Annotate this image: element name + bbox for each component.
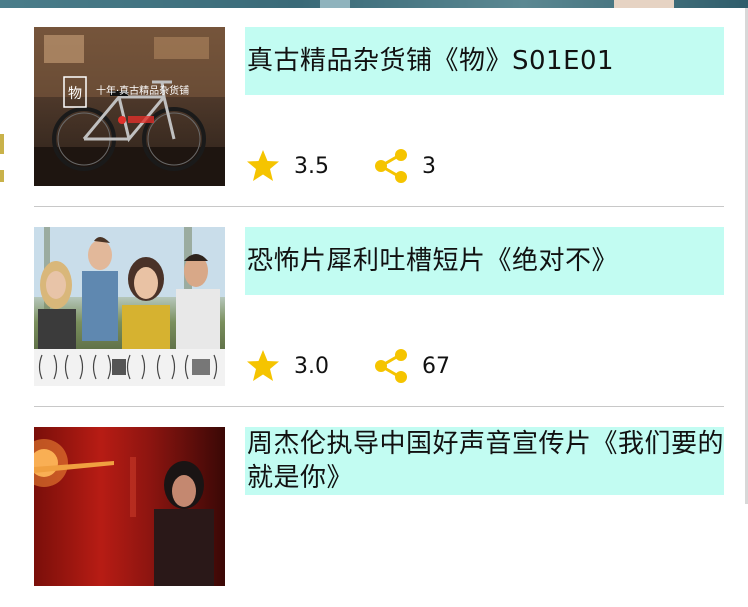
top-header-strip <box>0 0 748 8</box>
video-thumbnail[interactable]: 物 十年·真古精品杂货铺 <box>34 27 225 186</box>
rating-value: 3.0 <box>294 353 329 379</box>
video-meta: 3.0 67 <box>245 346 724 386</box>
divider <box>34 406 724 407</box>
list-item[interactable]: 物 十年·真古精品杂货铺 真古精品杂货铺《物》S01E01 3.5 3 <box>0 8 745 207</box>
header-artifact <box>614 0 674 8</box>
share-icon[interactable] <box>373 148 409 184</box>
share-icon[interactable] <box>373 348 409 384</box>
star-icon[interactable] <box>245 148 281 184</box>
list-item[interactable]: 周杰伦执导中国好声音宣传片《我们要的就是你》 <box>0 408 745 607</box>
video-list: 物 十年·真古精品杂货铺 真古精品杂货铺《物》S01E01 3.5 3 恐怖片犀… <box>0 8 745 586</box>
video-title-box[interactable]: 周杰伦执导中国好声音宣传片《我们要的就是你》 <box>245 427 724 495</box>
video-title: 周杰伦执导中国好声音宣传片《我们要的就是你》 <box>247 429 725 493</box>
share-group[interactable]: 3 <box>373 148 436 184</box>
video-meta: 3.5 3 <box>245 146 724 186</box>
red-fire-scene-thumbnail-art <box>34 439 214 586</box>
video-title-box[interactable]: 真古精品杂货铺《物》S01E01 <box>245 27 724 95</box>
rating-value: 3.5 <box>294 153 329 179</box>
video-thumbnail[interactable] <box>34 227 225 386</box>
header-artifact <box>320 0 350 8</box>
video-title: 恐怖片犀利吐槽短片《绝对不》 <box>247 246 619 276</box>
star-icon[interactable] <box>245 348 281 384</box>
video-title-box[interactable]: 恐怖片犀利吐槽短片《绝对不》 <box>245 227 724 295</box>
video-thumbnail[interactable] <box>34 427 225 586</box>
share-count: 3 <box>422 153 436 179</box>
bicycle-shop-thumbnail-art: 物 <box>34 27 225 186</box>
four-people-forest-thumbnail-art <box>34 227 225 386</box>
divider <box>34 206 724 207</box>
list-item[interactable]: 恐怖片犀利吐槽短片《绝对不》 3.0 67 <box>0 208 745 407</box>
svg-text:物: 物 <box>68 86 82 102</box>
thumbnail-caption: 十年·真古精品杂货铺 <box>96 86 190 97</box>
video-title: 真古精品杂货铺《物》S01E01 <box>247 46 615 76</box>
share-group[interactable]: 67 <box>373 348 450 384</box>
share-count: 67 <box>422 353 450 379</box>
